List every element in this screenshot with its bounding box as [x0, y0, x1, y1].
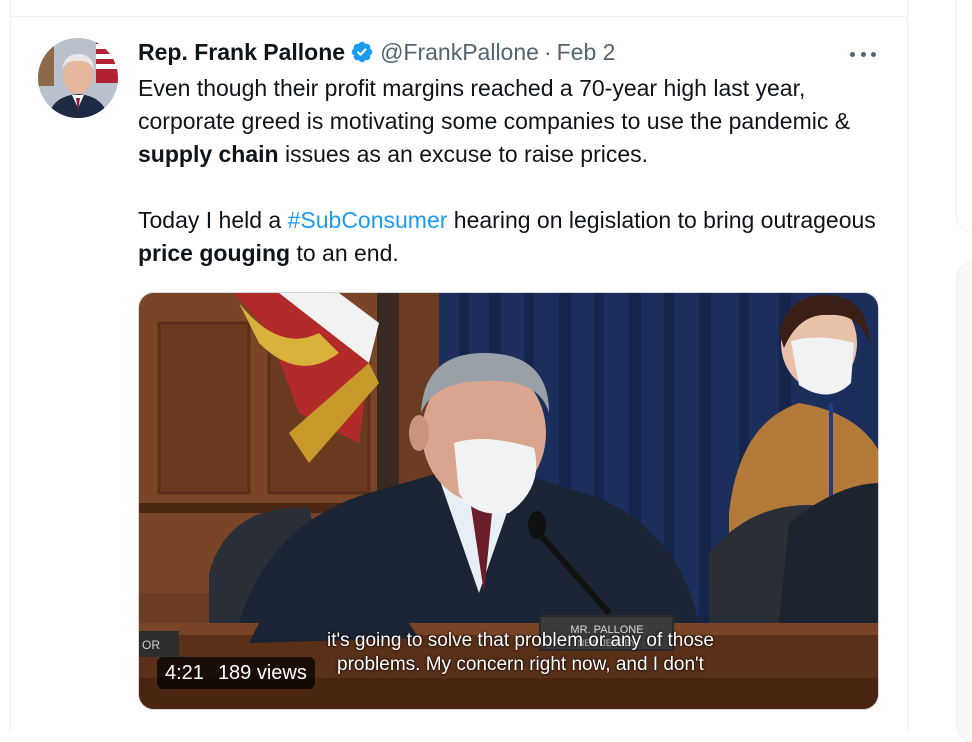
text-segment: to an end. [290, 240, 399, 266]
display-name[interactable]: Rep. Frank Pallone [138, 39, 345, 66]
tweet-paragraph-2: Today I held a #SubConsumer hearing on l… [138, 204, 898, 270]
avatar-image [38, 38, 118, 118]
text-segment: Even though their profit margins reached… [138, 75, 851, 134]
bold-text: price gouging [138, 240, 291, 266]
video-views: 189 views [217, 661, 307, 684]
video-caption-line-1: it's going to solve that problem or any … [326, 630, 714, 651]
handle[interactable]: @FrankPallone [380, 39, 539, 66]
video-duration: 4:21 [165, 661, 204, 684]
tweet-paragraph-1: Even though their profit margins reached… [138, 72, 898, 171]
text-segment: Today I held a [138, 207, 288, 233]
tweet-text: Even though their profit margins reached… [138, 72, 898, 270]
text-segment: issues as an excuse to raise prices. [278, 141, 649, 167]
hashtag-link[interactable]: #SubConsumer [288, 207, 448, 233]
avatar[interactable] [38, 38, 118, 118]
tweet-header: Rep. Frank Pallone @FrankPallone · Feb 2 [138, 36, 615, 68]
sidebar-panel-top [956, 0, 972, 232]
text-segment: hearing on legislation to bring outrageo… [447, 207, 876, 233]
bold-text: supply chain [138, 141, 279, 167]
previous-tweet-divider [11, 16, 907, 17]
tweet-date[interactable]: Feb 2 [557, 39, 616, 66]
video-player[interactable]: MR. PALLONE NEW JERSEY OR it's going to … [138, 292, 879, 710]
verified-badge-icon [350, 40, 374, 64]
more-options-icon[interactable] [848, 42, 878, 66]
sidebar-panel-bottom [956, 262, 972, 742]
header-separator: · [543, 38, 552, 65]
video-duration-views-badge: 4:21 189 views [157, 657, 315, 689]
